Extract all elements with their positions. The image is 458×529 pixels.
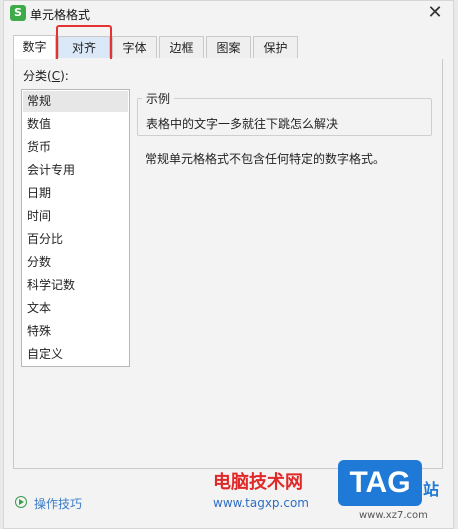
category-list[interactable]: 常规 数值 货币 会计专用 日期 时间 百分比 分数 科学记数 文本 特殊 自定… [21,89,130,367]
category-item-text[interactable]: 文本 [23,298,128,319]
category-item-special[interactable]: 特殊 [23,321,128,342]
category-item-currency[interactable]: 货币 [23,137,128,158]
spreadsheet-grid-edge-right [454,0,458,529]
category-item-time[interactable]: 时间 [23,206,128,227]
category-item-number[interactable]: 数值 [23,114,128,135]
example-legend: 示例 [142,90,175,107]
category-item-general[interactable]: 常规 [23,91,128,112]
tab-bar: 数字 对齐 字体 边框 图案 保护 [13,35,443,60]
wps-app-icon: S [10,5,26,21]
tips-label[interactable]: 操作技巧 [34,495,82,512]
example-group: 示例 表格中的文字一多就往下跳怎么解决 [137,90,432,136]
category-item-accounting[interactable]: 会计专用 [23,160,128,181]
category-label: 分类(C): [23,69,69,83]
tab-font[interactable]: 字体 [112,36,157,58]
category-item-scientific[interactable]: 科学记数 [23,275,128,296]
category-item-date[interactable]: 日期 [23,183,128,204]
category-item-fraction[interactable]: 分数 [23,252,128,273]
tab-pattern[interactable]: 图案 [206,36,251,58]
format-cells-dialog: S 单元格格式 ✕ 数字 对齐 字体 边框 图案 保护 分类(C): 常规 数值… [3,0,454,529]
dialog-title: 单元格格式 [30,8,91,22]
number-tab-panel: 分类(C): 常规 数值 货币 会计专用 日期 时间 百分比 分数 科学记数 文… [13,59,443,469]
tab-alignment[interactable]: 对齐 [58,36,110,58]
format-description: 常规单元格格式不包含任何特定的数字格式。 [145,152,386,166]
dialog-titlebar: S 单元格格式 ✕ [4,1,453,27]
tab-number[interactable]: 数字 [13,35,56,59]
tab-protection[interactable]: 保护 [253,36,298,58]
tab-border[interactable]: 边框 [159,36,204,58]
category-item-custom[interactable]: 自定义 [23,344,128,365]
example-preview-text: 表格中的文字一多就往下跳怎么解决 [146,117,339,131]
close-icon[interactable]: ✕ [425,3,445,23]
play-circle-icon [15,496,27,508]
category-item-percentage[interactable]: 百分比 [23,229,128,250]
